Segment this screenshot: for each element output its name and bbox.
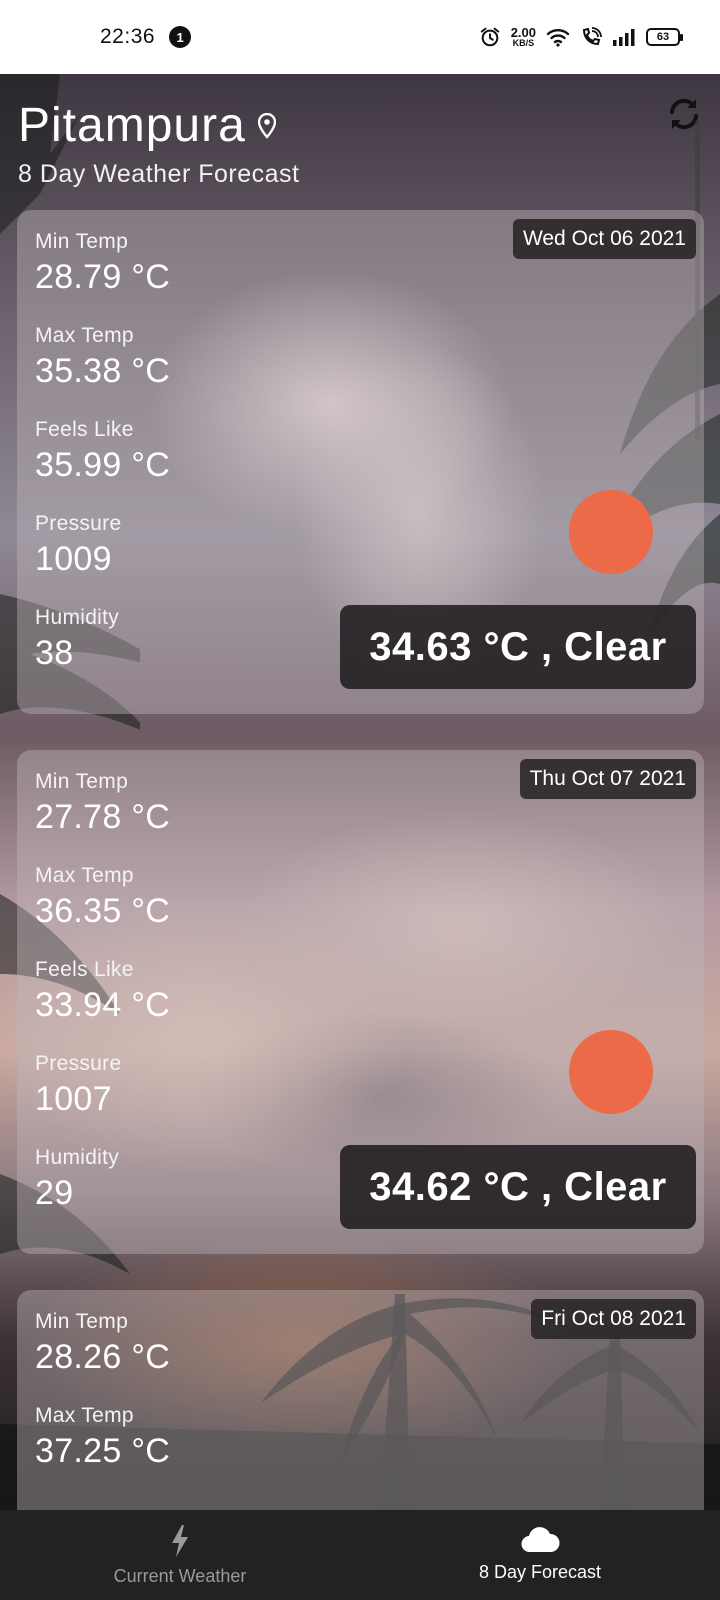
nav-current-weather-label: Current Weather [113, 1566, 247, 1586]
notification-count-badge: 1 [169, 26, 192, 48]
max-temp-value: 37.25 °C [35, 1432, 171, 1470]
status-icons: 2.00 KB/S 63 [479, 26, 683, 48]
clear-weather-sun-icon [569, 1030, 653, 1114]
clear-weather-sun-icon [569, 490, 653, 574]
feels-like-label: Feels Like [35, 418, 134, 441]
feels-like-value: 33.94 °C [35, 986, 171, 1024]
alarm-icon [480, 27, 499, 47]
nav-8-day-forecast[interactable]: 8 Day Forecast [360, 1510, 720, 1600]
signal-icon [613, 29, 635, 46]
bottom-navigation: Current Weather 8 Day Forecast [0, 1510, 720, 1600]
humidity-label: Humidity [35, 1146, 120, 1169]
wifi-icon [546, 29, 570, 47]
nav-8-day-forecast-label: 8 Day Forecast [478, 1562, 602, 1582]
lightning-icon [172, 1525, 188, 1557]
min-temp-label: Min Temp [35, 770, 129, 793]
network-speed: 2.00 KB/S [511, 26, 536, 48]
max-temp: Max Temp 36.35 °C [35, 864, 170, 931]
max-temp-value: 36.35 °C [35, 892, 171, 930]
max-temp-label: Max Temp [35, 324, 134, 347]
humidity: Humidity 38 [35, 606, 119, 673]
min-temp-value: 28.79 °C [35, 258, 171, 296]
min-temp-value: 28.26 °C [35, 1338, 171, 1376]
city-name: Pitampura [18, 99, 246, 152]
humidity-value: 38 [35, 634, 74, 672]
status-bar: 22:36 1 2.00 KB/S 63 [0, 0, 720, 74]
temp-condition-summary: 34.63 °C , Clear [340, 605, 696, 689]
min-temp: Min Temp 28.26 °C [35, 1310, 170, 1377]
forecast-date: Wed Oct 06 2021 [512, 219, 696, 259]
min-temp: Min Temp 28.79 °C [35, 230, 170, 297]
max-temp-label: Max Temp [35, 1404, 134, 1427]
feels-like-value: 35.99 °C [35, 446, 171, 484]
status-time: 22:36 [100, 25, 156, 48]
forecast-date: Fri Oct 08 2021 [531, 1299, 696, 1339]
pressure-value: 1009 [35, 540, 112, 578]
cloud-icon [521, 1527, 560, 1553]
humidity: Humidity 29 [35, 1146, 119, 1213]
forecast-card: Thu Oct 07 2021 Min Temp 27.78 °C Max Te… [17, 750, 704, 1254]
feels-like: Feels Like 35.99 °C [35, 418, 170, 485]
location-pin-icon [257, 112, 276, 139]
temp-condition-summary: 34.62 °C , Clear [340, 1145, 696, 1229]
city-title: Pitampura [18, 98, 276, 153]
humidity-value: 29 [35, 1174, 74, 1212]
feels-like: Feels Like 33.94 °C [35, 958, 170, 1025]
min-temp-value: 27.78 °C [35, 798, 171, 836]
network-speed-unit: KB/S [512, 38, 535, 48]
max-temp-label: Max Temp [35, 864, 134, 887]
pressure-label: Pressure [35, 512, 122, 535]
pressure: Pressure 1007 [35, 1052, 121, 1119]
pressure: Pressure 1009 [35, 512, 121, 579]
pressure-value: 1007 [35, 1080, 112, 1118]
forecast-date: Thu Oct 07 2021 [519, 759, 696, 799]
min-temp: Min Temp 27.78 °C [35, 770, 170, 837]
feels-like-label: Feels Like [35, 958, 134, 981]
pressure-label: Pressure [35, 1052, 122, 1075]
forecast-card: Wed Oct 06 2021 Min Temp 28.79 °C Max Te… [17, 210, 704, 714]
min-temp-label: Min Temp [35, 230, 129, 253]
page-subtitle: 8 Day Weather Forecast [18, 160, 300, 188]
min-temp-label: Min Temp [35, 1310, 129, 1333]
nav-current-weather[interactable]: Current Weather [0, 1510, 360, 1600]
max-temp-value: 35.38 °C [35, 352, 171, 390]
max-temp: Max Temp 37.25 °C [35, 1404, 170, 1471]
humidity-label: Humidity [35, 606, 120, 629]
forecast-card: Fri Oct 08 2021 Min Temp 28.26 °C Max Te… [17, 1290, 704, 1510]
max-temp: Max Temp 35.38 °C [35, 324, 170, 391]
battery-icon: 63 [646, 28, 683, 46]
call-wifi-icon [582, 27, 602, 46]
